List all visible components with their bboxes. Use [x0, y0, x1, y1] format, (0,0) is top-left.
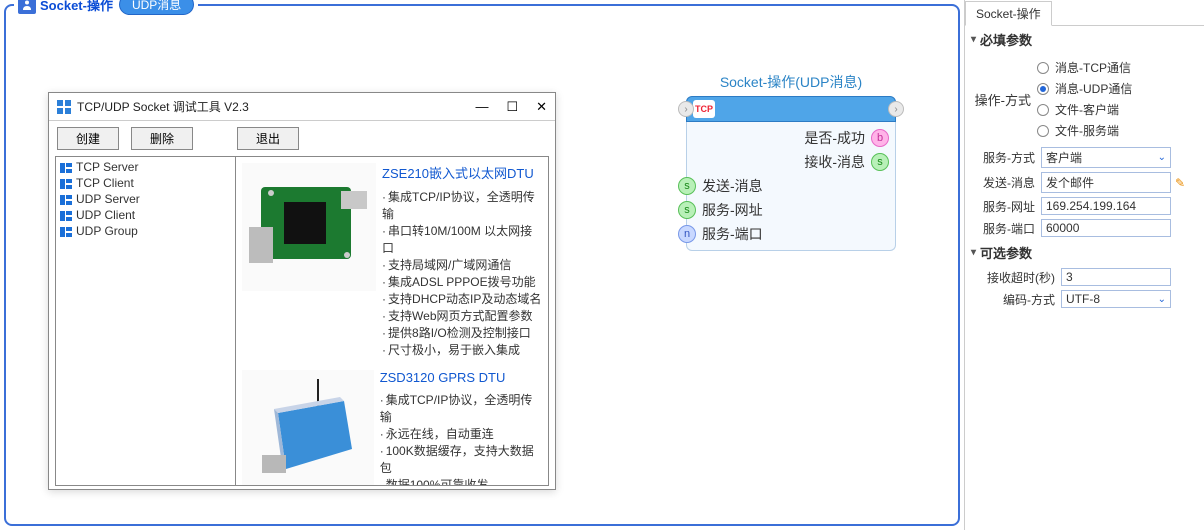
radio-file-client[interactable]: 文件-客户端	[1037, 99, 1204, 120]
connection-sidebar: TCP Server TCP Client UDP Server UDP Cli…	[56, 157, 236, 485]
product-row: ZSD3120 GPRS DTU 集成TCP/IP协议，全透明传输 永远在线，自…	[236, 364, 548, 485]
node-output-arrow[interactable]: ›	[888, 101, 904, 117]
minimize-icon[interactable]: —	[475, 99, 488, 115]
node-input-row: n服务-端口	[687, 222, 895, 246]
service-mode-select[interactable]: 客户端⌄	[1041, 147, 1171, 168]
sidebar-item-tcp-client[interactable]: TCP Client	[56, 175, 235, 191]
maximize-icon[interactable]: ☐	[506, 99, 518, 115]
debug-tool-window: TCP/UDP Socket 调试工具 V2.3 — ☐ ✕ 创建 删除 退出 …	[48, 92, 556, 490]
sidebar-item-udp-group[interactable]: UDP Group	[56, 223, 235, 239]
required-section-header[interactable]: 必填参数	[965, 26, 1204, 53]
page-title: Socket-操作	[40, 0, 113, 14]
header-bar: Socket-操作 UDP消息	[14, 0, 198, 15]
close-icon[interactable]: ✕	[536, 99, 547, 115]
sidebar-item-tcp-server[interactable]: TCP Server	[56, 159, 235, 175]
chevron-down-icon: ⌄	[1158, 152, 1166, 163]
radio-tcp-msg[interactable]: 消息-TCP通信	[1037, 57, 1204, 78]
product-image	[242, 163, 376, 291]
radio-udp-msg[interactable]: 消息-UDP通信	[1037, 78, 1204, 99]
node-input-arrow[interactable]: ›	[678, 101, 694, 117]
optional-section-header[interactable]: 可选参数	[965, 239, 1204, 266]
encoding-select[interactable]: UTF-8⌄	[1061, 290, 1171, 308]
edit-icon[interactable]: ✎	[1175, 176, 1185, 190]
port-string-icon[interactable]: s	[678, 201, 696, 219]
sidebar-item-udp-server[interactable]: UDP Server	[56, 191, 235, 207]
person-icon	[18, 0, 36, 14]
port-bool-icon[interactable]: b	[871, 129, 889, 147]
port-string-icon[interactable]: s	[678, 177, 696, 195]
product-image	[242, 370, 374, 485]
app-logo-icon	[57, 100, 71, 114]
service-url-input[interactable]: 169.254.199.164	[1041, 197, 1171, 215]
send-message-input[interactable]: 发个邮件	[1041, 172, 1171, 193]
socket-node[interactable]: Socket-操作(UDP消息) › TCP › 是否-成功b 接收-消息s s…	[686, 72, 896, 251]
product-row: ZSE210嵌入式以太网DTU 集成TCP/IP协议，全透明传输 串口转10M/…	[236, 157, 548, 364]
node-header[interactable]: › TCP ›	[686, 96, 896, 122]
tcp-icon: TCP	[693, 100, 715, 118]
exit-button[interactable]: 退出	[237, 127, 299, 150]
port-string-icon[interactable]: s	[871, 153, 889, 171]
udp-badge[interactable]: UDP消息	[119, 0, 194, 15]
node-input-row: s服务-网址	[687, 198, 895, 222]
timeout-input[interactable]: 3	[1061, 268, 1171, 286]
product-title: ZSE210嵌入式以太网DTU	[382, 163, 542, 182]
radio-file-server[interactable]: 文件-服务端	[1037, 120, 1204, 141]
service-port-input[interactable]: 60000	[1041, 219, 1171, 237]
node-title: Socket-操作(UDP消息)	[686, 72, 896, 92]
properties-panel: Socket-操作 必填参数 操作-方式 消息-TCP通信 消息-UDP通信 文…	[964, 0, 1204, 530]
op-mode-label: 操作-方式	[965, 90, 1037, 109]
node-input-row: s发送-消息	[687, 174, 895, 198]
node-output-row: 接收-消息s	[687, 150, 895, 174]
port-number-icon[interactable]: n	[678, 225, 696, 243]
chevron-down-icon: ⌄	[1158, 294, 1166, 305]
product-title: ZSD3120 GPRS DTU	[380, 370, 542, 385]
tab-socket[interactable]: Socket-操作	[965, 1, 1052, 26]
node-output-row: 是否-成功b	[687, 126, 895, 150]
delete-button[interactable]: 删除	[131, 127, 193, 150]
create-button[interactable]: 创建	[57, 127, 119, 150]
sidebar-item-udp-client[interactable]: UDP Client	[56, 207, 235, 223]
window-title: TCP/UDP Socket 调试工具 V2.3	[77, 98, 475, 115]
